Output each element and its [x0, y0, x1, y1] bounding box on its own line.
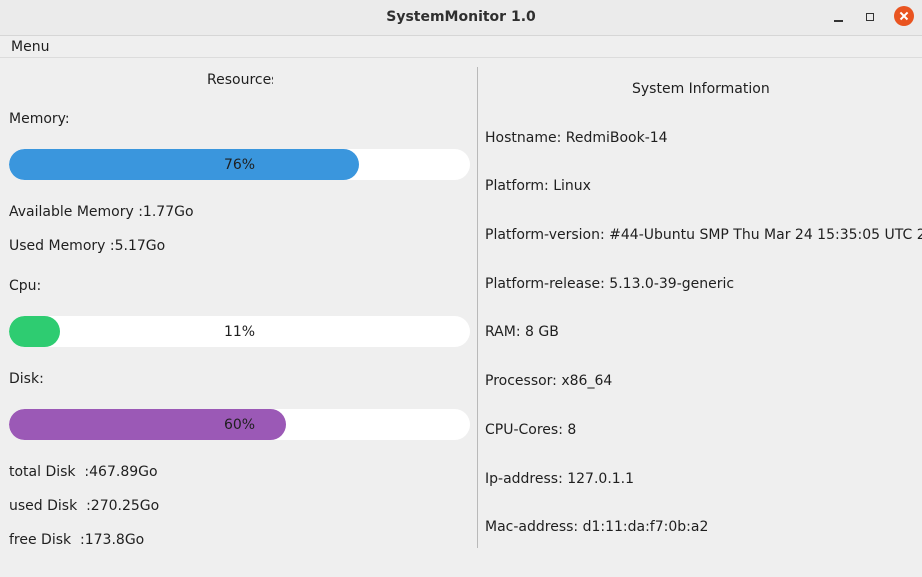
menu-button[interactable]: Menu	[11, 39, 49, 55]
cpu-label: Cpu:	[9, 278, 42, 294]
ip-address: Ip-address: 127.0.1.1	[485, 471, 635, 487]
platform-release: Platform-release: 5.13.0-39-generic	[485, 276, 735, 292]
menu-bar: Menu	[0, 36, 922, 58]
used-disk: used Disk :270.25Go	[9, 498, 160, 514]
app-window: SystemMonitor 1.0 Menu Resources Memory:…	[0, 0, 922, 577]
available-memory: Available Memory :1.77Go	[9, 204, 194, 220]
minimize-icon[interactable]	[828, 7, 850, 29]
resources-title: Resources	[207, 72, 273, 88]
panel-divider	[477, 67, 478, 548]
title-bar[interactable]: SystemMonitor 1.0	[0, 0, 922, 36]
cpu-progress-bar: 11%	[9, 316, 470, 347]
platform: Platform: Linux	[485, 178, 591, 194]
platform-version: Platform-version: #44-Ubuntu SMP Thu Mar…	[485, 227, 922, 243]
close-icon[interactable]	[894, 6, 914, 26]
disk-percent: 60%	[223, 417, 256, 433]
cpu-percent: 11%	[223, 324, 256, 340]
maximize-icon[interactable]	[860, 7, 882, 29]
cpu-cores: CPU-Cores: 8	[485, 422, 577, 438]
processor: Processor: x86_64	[485, 373, 613, 389]
disk-label: Disk:	[9, 371, 44, 387]
system-info-title: System Information	[632, 81, 770, 97]
mac-address: Mac-address: d1:11:da:f7:0b:a2	[485, 519, 709, 535]
hostname: Hostname: RedmiBook-14	[485, 130, 668, 146]
ram: RAM: 8 GB	[485, 324, 559, 340]
total-disk: total Disk :467.89Go	[9, 464, 158, 480]
memory-progress-bar: 76%	[9, 149, 470, 180]
disk-progress-bar: 60%	[9, 409, 470, 440]
window-title: SystemMonitor 1.0	[386, 9, 536, 25]
memory-label: Memory:	[9, 111, 70, 127]
free-disk: free Disk :173.8Go	[9, 532, 145, 548]
used-memory: Used Memory :5.17Go	[9, 238, 166, 254]
memory-percent: 76%	[223, 157, 256, 173]
